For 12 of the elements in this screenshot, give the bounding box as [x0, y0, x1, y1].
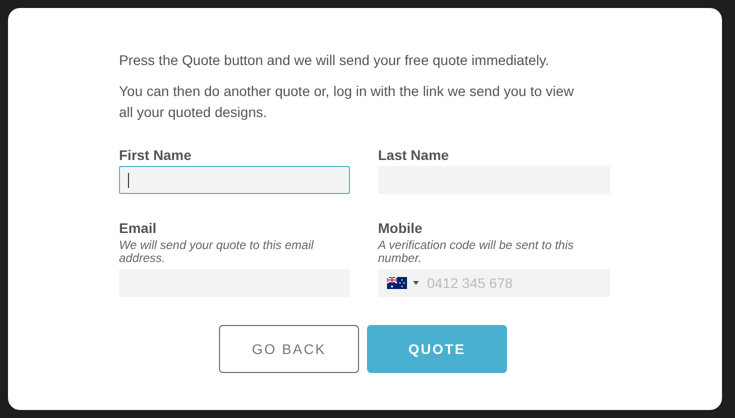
go-back-button[interactable]: GO BACK: [219, 325, 359, 373]
field-label: Last Name: [378, 147, 450, 163]
field-label: Mobile: [378, 220, 424, 236]
text-cursor: [128, 172, 129, 188]
instruction-text: Press the Quote button and we will send your free quote immediately.: [119, 51, 550, 70]
quote-button[interactable]: QUOTE: [367, 325, 507, 373]
field-hint: We will send your quote to this email address.: [119, 239, 315, 265]
instruction-text: You can then do another quote or, log in with the link we send you to view all your quoted designs.: [119, 82, 575, 122]
field-label: First Name: [119, 147, 192, 163]
input-field[interactable]: [119, 166, 350, 194]
field-label: Email: [119, 220, 158, 236]
field-hint: A verification code will be sent to this number.: [378, 239, 575, 265]
